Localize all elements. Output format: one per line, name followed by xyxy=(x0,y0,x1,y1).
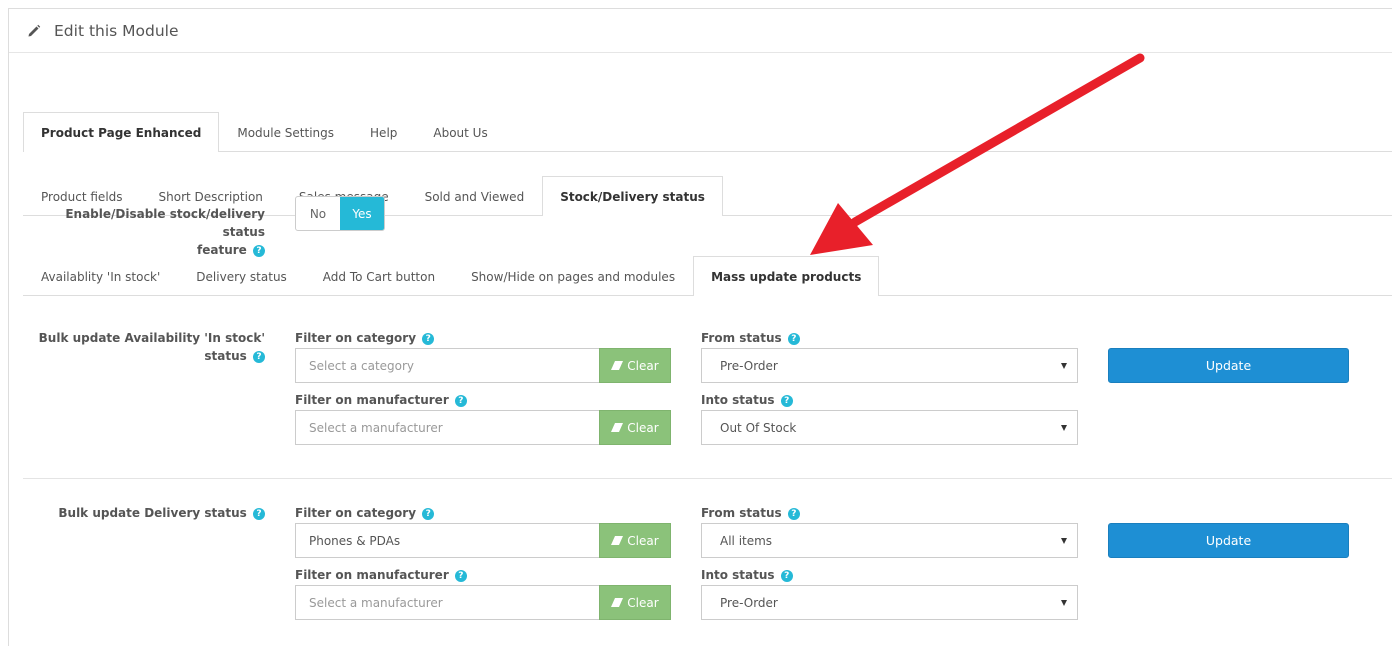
availability-manufacturer-input-group: Select a manufacturer Clear xyxy=(295,410,671,445)
category-input[interactable]: Select a category xyxy=(295,348,599,383)
clear-category-button[interactable]: Clear xyxy=(599,348,671,383)
from-status-label-text: From status xyxy=(701,506,782,520)
filter-manufacturer-label: Filter on manufacturer ? xyxy=(295,568,467,582)
filter-category-label: Filter on category ? xyxy=(295,506,435,520)
tab-sold-and-viewed[interactable]: Sold and Viewed xyxy=(407,176,543,216)
section-divider xyxy=(23,478,1392,479)
help-icon[interactable]: ? xyxy=(787,333,800,345)
help-icon[interactable]: ? xyxy=(422,508,435,520)
into-status-select[interactable]: Out Of Stock xyxy=(701,410,1078,445)
from-status-label-text: From status xyxy=(701,331,782,345)
bulk-delivery-label-text: Bulk update Delivery status xyxy=(58,506,247,520)
from-status-label: From status ? xyxy=(701,506,800,520)
update-availability-button[interactable]: Update xyxy=(1108,348,1349,383)
into-status-value: Out Of Stock xyxy=(720,420,797,435)
caret-down-icon xyxy=(1061,537,1067,544)
from-status-label: From status ? xyxy=(701,331,800,345)
caret-down-icon xyxy=(1061,362,1067,369)
clear-label: Clear xyxy=(627,595,659,610)
clear-manufacturer-button[interactable]: Clear xyxy=(599,585,671,620)
toggle-no-option[interactable]: No xyxy=(296,197,340,230)
tab-help[interactable]: Help xyxy=(352,112,415,152)
manufacturer-input[interactable]: Select a manufacturer xyxy=(295,585,599,620)
filter-manufacturer-label-text: Filter on manufacturer xyxy=(295,393,449,407)
filter-manufacturer-label: Filter on manufacturer ? xyxy=(295,393,467,407)
feature-toggle-label-line2: feature xyxy=(197,243,247,257)
help-icon[interactable]: ? xyxy=(253,508,265,520)
help-icon[interactable]: ? xyxy=(422,333,435,345)
manufacturer-input[interactable]: Select a manufacturer xyxy=(295,410,599,445)
feature-toggle-switch: No Yes xyxy=(295,196,385,231)
clear-category-button[interactable]: Clear xyxy=(599,523,671,558)
into-status-value: Pre-Order xyxy=(720,595,778,610)
clear-label: Clear xyxy=(627,358,659,373)
bulk-availability-label-line2: status xyxy=(204,349,247,363)
category-input[interactable]: Phones & PDAs xyxy=(295,523,599,558)
tab-delivery-status[interactable]: Delivery status xyxy=(178,256,305,296)
main-tabs: Product Page Enhanced Module Settings He… xyxy=(23,112,1392,152)
filter-manufacturer-label-text: Filter on manufacturer xyxy=(295,568,449,582)
availability-category-input-group: Select a category Clear xyxy=(295,348,671,383)
help-icon[interactable]: ? xyxy=(787,508,800,520)
into-status-label-text: Into status xyxy=(701,568,775,582)
help-icon[interactable]: ? xyxy=(454,395,467,407)
filter-category-label: Filter on category ? xyxy=(295,331,435,345)
toggle-yes-option[interactable]: Yes xyxy=(340,197,384,230)
eraser-icon xyxy=(611,536,624,545)
help-icon[interactable]: ? xyxy=(454,570,467,582)
tab-mass-update-products[interactable]: Mass update products xyxy=(693,256,880,296)
clear-label: Clear xyxy=(627,420,659,435)
filter-category-label-text: Filter on category xyxy=(295,506,417,520)
stock-tabs: Availablity 'In stock' Delivery status A… xyxy=(23,256,1392,296)
from-status-value: All items xyxy=(720,533,773,548)
from-status-select[interactable]: All items xyxy=(701,523,1078,558)
tab-about-us[interactable]: About Us xyxy=(415,112,505,152)
from-status-value: Pre-Order xyxy=(720,358,778,373)
clear-label: Clear xyxy=(627,533,659,548)
tab-product-page-enhanced[interactable]: Product Page Enhanced xyxy=(23,112,220,152)
feature-toggle-label: Enable/Disable stock/delivery status fea… xyxy=(23,205,265,259)
into-status-label-text: Into status xyxy=(701,393,775,407)
eraser-icon xyxy=(611,361,624,370)
into-status-label: Into status ? xyxy=(701,393,793,407)
help-icon[interactable]: ? xyxy=(780,570,793,582)
tab-add-to-cart-button[interactable]: Add To Cart button xyxy=(305,256,453,296)
tab-availability-in-stock[interactable]: Availablity 'In stock' xyxy=(23,256,178,296)
filter-category-label-text: Filter on category xyxy=(295,331,417,345)
caret-down-icon xyxy=(1061,599,1067,606)
help-icon[interactable]: ? xyxy=(253,351,265,363)
bulk-availability-label: Bulk update Availability 'In stock' stat… xyxy=(23,329,265,365)
feature-toggle-label-line1: Enable/Disable stock/delivery status xyxy=(65,207,265,239)
from-status-select[interactable]: Pre-Order xyxy=(701,348,1078,383)
caret-down-icon xyxy=(1061,424,1067,431)
into-status-select[interactable]: Pre-Order xyxy=(701,585,1078,620)
bulk-availability-label-line1: Bulk update Availability 'In stock' xyxy=(38,331,265,345)
tab-stock-delivery-status[interactable]: Stock/Delivery status xyxy=(542,176,723,216)
eraser-icon xyxy=(611,423,624,432)
update-delivery-button[interactable]: Update xyxy=(1108,523,1349,558)
into-status-label: Into status ? xyxy=(701,568,793,582)
delivery-category-input-group: Phones & PDAs Clear xyxy=(295,523,671,558)
eraser-icon xyxy=(611,598,624,607)
panel-heading: Edit this Module xyxy=(9,9,1392,53)
delivery-manufacturer-input-group: Select a manufacturer Clear xyxy=(295,585,671,620)
help-icon[interactable]: ? xyxy=(780,395,793,407)
pencil-icon xyxy=(28,24,41,36)
panel-title: Edit this Module xyxy=(54,21,179,40)
tab-show-hide-pages-modules[interactable]: Show/Hide on pages and modules xyxy=(453,256,693,296)
clear-manufacturer-button[interactable]: Clear xyxy=(599,410,671,445)
bulk-delivery-label: Bulk update Delivery status ? xyxy=(23,504,265,522)
edit-module-panel: Edit this Module Product Page Enhanced M… xyxy=(8,8,1392,646)
tab-module-settings[interactable]: Module Settings xyxy=(219,112,352,152)
